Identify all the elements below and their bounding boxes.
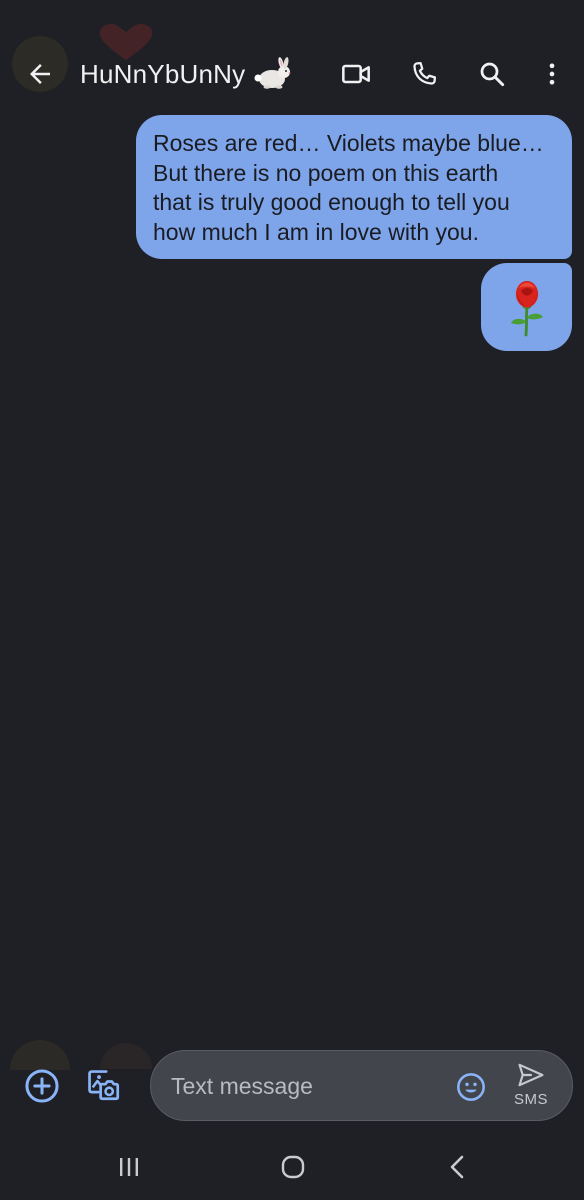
rose-icon — [510, 281, 543, 337]
home-button[interactable] — [276, 1150, 310, 1184]
emoji-icon — [457, 1073, 485, 1101]
video-call-icon — [342, 64, 370, 84]
search-icon — [480, 62, 505, 87]
send-icon — [518, 1063, 544, 1087]
more-options-button[interactable] — [534, 54, 570, 94]
attach-add-button[interactable] — [22, 1066, 62, 1106]
emoji-button[interactable] — [453, 1069, 489, 1105]
search-button[interactable] — [472, 54, 512, 94]
back-chevron-icon — [450, 1155, 464, 1179]
voice-call-button[interactable] — [404, 54, 444, 94]
contact-title[interactable]: HuNnYbUnNy — [80, 54, 291, 94]
recents-button[interactable] — [112, 1150, 146, 1184]
more-vert-icon — [549, 63, 555, 85]
system-navigation-bar — [0, 1140, 584, 1200]
gallery-camera-icon — [88, 1070, 120, 1101]
contact-name: HuNnYbUnNy — [80, 58, 246, 89]
message-input[interactable] — [171, 1068, 431, 1104]
add-circle-icon — [25, 1069, 59, 1103]
recents-icon — [120, 1158, 138, 1176]
message-composer: SMS — [150, 1050, 573, 1121]
conversation-header: HuNnYbUnNy — [0, 0, 584, 110]
send-sms-button[interactable]: SMS — [503, 1061, 559, 1113]
outgoing-message-bubble[interactable]: Roses are red… Violets maybe blue… But t… — [136, 115, 572, 259]
gallery-camera-button[interactable] — [82, 1064, 124, 1106]
send-mode-label: SMS — [513, 1091, 548, 1108]
system-back-button[interactable] — [442, 1150, 472, 1184]
video-call-button[interactable] — [336, 54, 376, 94]
back-button[interactable] — [20, 54, 60, 94]
phone-icon — [413, 62, 436, 85]
back-arrow-icon — [30, 64, 50, 84]
home-icon — [281, 1155, 305, 1179]
rabbit-icon — [254, 57, 291, 89]
outgoing-emoji-bubble[interactable] — [481, 263, 572, 351]
